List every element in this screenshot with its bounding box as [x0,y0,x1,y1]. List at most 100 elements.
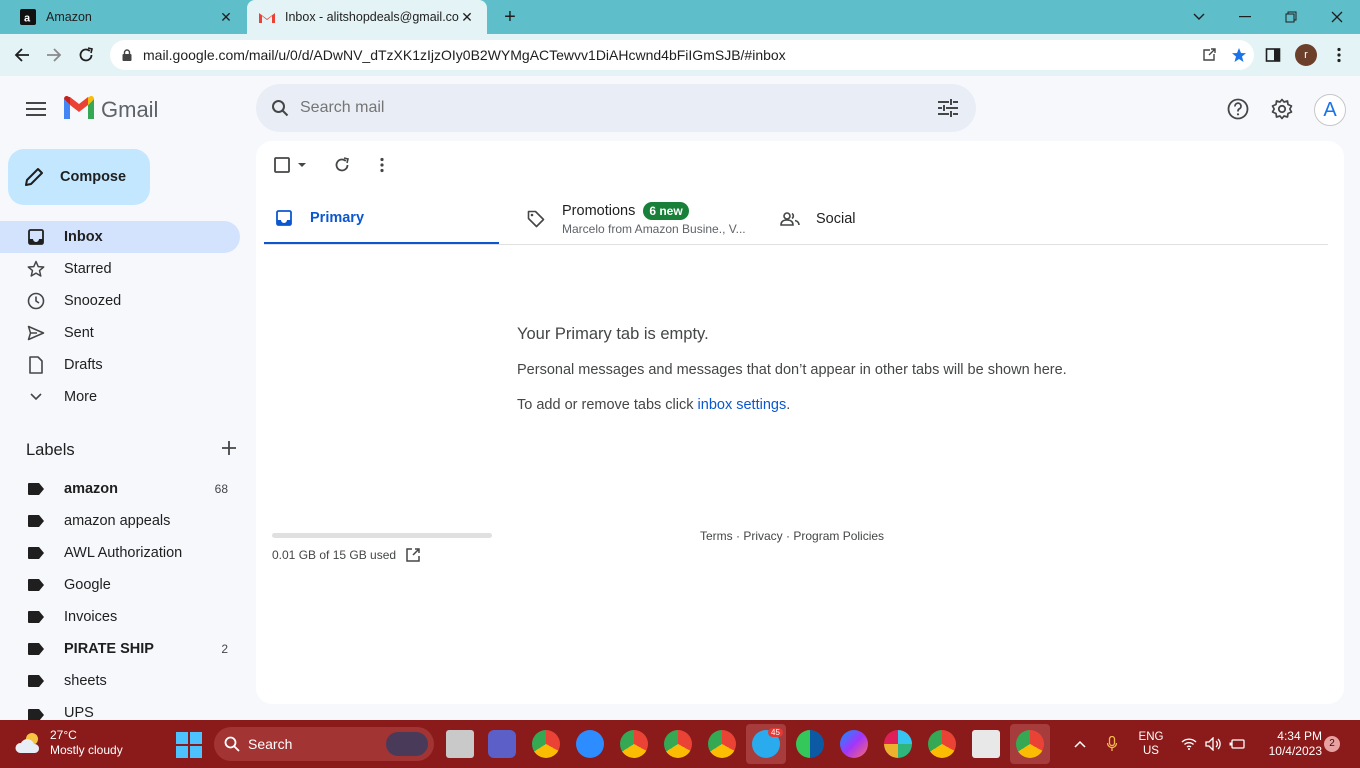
label-name: Invoices [64,609,118,625]
share-icon[interactable] [1194,47,1224,63]
tab-senders-preview: Marcelo from Amazon Busine., V... [562,222,746,236]
window-close-icon[interactable] [1314,0,1360,34]
create-label-plus-icon[interactable] [222,440,236,460]
back-arrow-icon[interactable] [9,42,35,68]
side-panel-icon[interactable] [1260,42,1286,68]
empty-state-hint: To add or remove tabs click inbox settin… [517,397,790,413]
label-name: PIRATE SHIP [64,641,154,657]
nav-item-drafts[interactable]: Drafts [0,349,240,381]
wifi-icon[interactable] [1178,720,1200,768]
hint-text: To add or remove tabs click [517,397,698,413]
minimize-icon[interactable] [1222,0,1268,34]
open-in-new-icon[interactable] [406,548,420,562]
tab-title: Inbox - alitshopdeals@gmail.com [285,10,459,24]
program-policies-link[interactable]: Program Policies [793,529,884,543]
tab-promotions[interactable]: Promotions 6 new Marcelo from Amazon Bus… [524,193,754,245]
storage-usage: 0.01 GB of 15 GB used [272,548,420,562]
search-icon[interactable] [268,96,292,120]
tab-search-chevron-icon[interactable] [1176,0,1222,34]
tab-primary[interactable]: Primary [264,193,499,245]
search-highlight-image [386,732,428,756]
close-tab-icon[interactable]: ✕ [218,9,234,25]
nav-item-inbox[interactable]: Inbox [0,221,240,253]
windows-start-icon[interactable] [176,732,202,758]
bookmark-star-icon[interactable] [1224,47,1254,63]
tab-social[interactable]: Social [778,193,1008,245]
label-item-amazon[interactable]: amazon 68 [0,473,240,505]
search-bar [256,84,976,132]
label-item-ups[interactable]: UPS [0,697,240,720]
close-tab-icon[interactable]: ✕ [459,9,475,25]
chrome-profile-icon[interactable] [708,730,736,758]
volume-icon[interactable] [1202,720,1224,768]
chrome-icon[interactable] [532,730,560,758]
file-explorer-icon[interactable] [446,730,474,758]
nav-item-sent[interactable]: Sent [0,317,240,349]
label-item-invoices[interactable]: Invoices [0,601,240,633]
select-all-checkbox[interactable] [274,153,308,177]
show-hidden-icons-chevron[interactable] [1068,720,1092,768]
weather-widget[interactable]: 27°C Mostly cloudy [14,728,123,758]
label-tag-icon [26,511,46,531]
browser-menu-icon[interactable] [1326,42,1352,68]
label-item-awl-authorization[interactable]: AWL Authorization [0,537,240,569]
refresh-icon[interactable] [332,153,352,177]
notification-count-badge[interactable]: 2 [1324,736,1340,752]
search-input[interactable] [300,99,928,117]
nav-item-snoozed[interactable]: Snoozed [0,285,240,317]
inbox-settings-link[interactable]: inbox settings [698,397,787,413]
nav-item-label: Inbox [64,229,103,245]
microphone-icon[interactable] [1100,720,1124,768]
weather-description: Mostly cloudy [50,743,123,757]
clock-icon [26,291,46,311]
tag-icon [526,209,546,229]
search-options-icon[interactable] [928,88,968,128]
slack-icon[interactable] [884,730,912,758]
star-icon [26,259,46,279]
terms-link[interactable]: Terms [700,529,733,543]
browser-profile-avatar[interactable]: r [1295,44,1317,66]
browser-tab-gmail[interactable]: Inbox - alitshopdeals@gmail.com ✕ [247,0,487,34]
label-item-amazon-appeals[interactable]: amazon appeals [0,505,240,537]
language-indicator[interactable]: ENG US [1132,720,1170,768]
snipping-tool-icon[interactable] [972,730,1000,758]
forward-arrow-icon[interactable] [41,42,67,68]
restore-icon[interactable] [1268,0,1314,34]
taskbar-search-box[interactable]: Search [214,727,434,761]
teams-meet-icon[interactable] [488,730,516,758]
chrome-profile-icon[interactable] [664,730,692,758]
nav-item-more[interactable]: More [0,381,240,413]
gmail-m-icon [64,95,94,124]
reload-icon[interactable] [73,42,99,68]
main-menu-icon[interactable] [16,89,56,129]
empty-state-message: Personal messages and messages that don’… [517,362,1067,378]
more-options-icon[interactable] [372,153,392,177]
help-icon[interactable] [1218,89,1258,129]
chrome-profile-icon[interactable] [620,730,648,758]
new-tab-button[interactable]: + [498,5,522,29]
settings-gear-icon[interactable] [1262,89,1302,129]
address-bar[interactable]: mail.google.com/mail/u/0/d/ADwNV_dTzXK1z… [110,40,1254,70]
label-item-sheets[interactable]: sheets [0,665,240,697]
compose-button[interactable]: Compose [8,149,150,205]
battery-icon[interactable] [1226,720,1248,768]
messenger-icon[interactable] [840,730,868,758]
chevron-down-icon [26,387,46,407]
nav-item-starred[interactable]: Starred [0,253,240,285]
edge-icon[interactable] [796,730,824,758]
system-clock[interactable]: 4:34 PM 10/4/2023 [1256,729,1322,759]
chrome-active-icon[interactable] [1016,730,1044,758]
label-count: 2 [221,642,228,656]
zoom-icon[interactable] [576,730,604,758]
label-item-google[interactable]: Google [0,569,240,601]
privacy-link[interactable]: Privacy [743,529,782,543]
cloud-sun-icon [14,728,44,758]
google-account-avatar[interactable]: A [1314,94,1346,126]
browser-tab-amazon[interactable]: a Amazon ✕ [8,0,246,34]
chrome-profile-icon[interactable] [928,730,956,758]
nav-item-label: Sent [64,325,94,341]
footer-separator: · [782,529,794,543]
gmail-logo[interactable]: Gmail [64,95,158,124]
label-tag-icon [26,671,46,691]
label-item-pirate-ship[interactable]: PIRATE SHIP 2 [0,633,240,665]
